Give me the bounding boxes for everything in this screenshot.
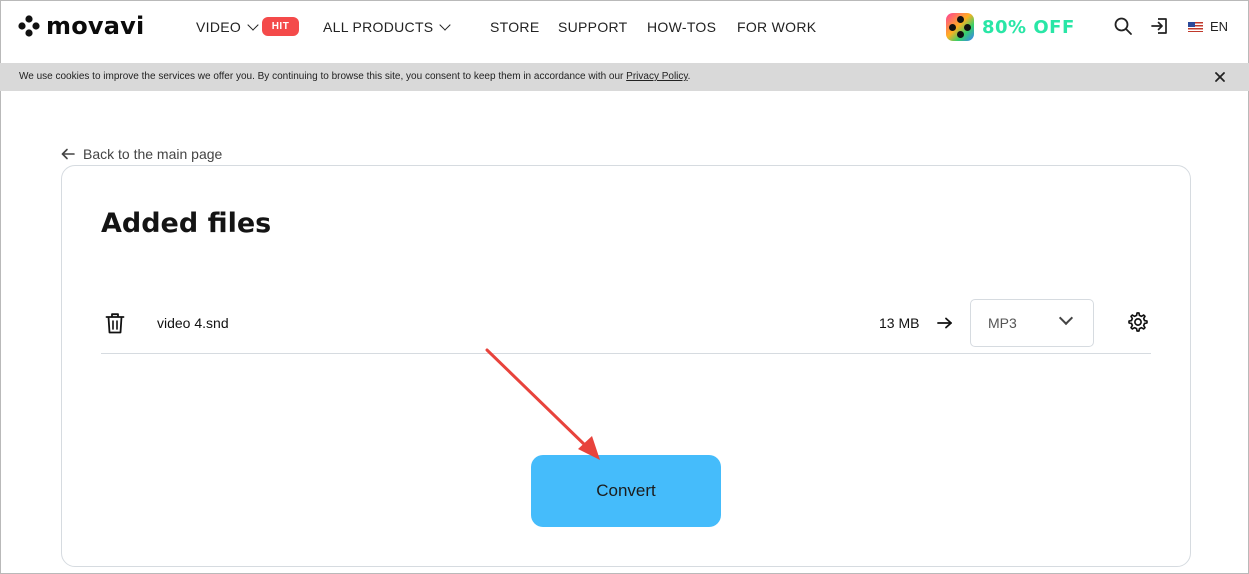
convert-button[interactable]: Convert [531, 455, 721, 527]
arrow-right-icon [937, 317, 952, 329]
chevron-down-icon [247, 18, 259, 31]
page-title: Added files [101, 208, 272, 239]
cookie-suffix: . [687, 71, 691, 82]
output-format-select[interactable]: MP3 [970, 299, 1094, 347]
movavi-logo-icon [18, 15, 40, 37]
movavi-logo[interactable]: movavi [16, 12, 144, 40]
cookie-banner: We use cookies to improve the services w… [0, 63, 1249, 91]
back-link-label: Back to the main page [83, 146, 223, 162]
nav-all-products[interactable]: ALL PRODUCTS [323, 18, 452, 36]
promo-icon [946, 13, 974, 41]
language-label: EN [1210, 19, 1229, 34]
language-selector[interactable]: EN [1188, 19, 1228, 34]
nav-how-tos[interactable]: HOW-TOS [647, 18, 716, 36]
promo-text: 80% OFF [982, 16, 1075, 38]
chevron-down-icon [439, 18, 452, 31]
nav-all-products-label: ALL PRODUCTS [323, 19, 434, 35]
chevron-down-icon [1058, 310, 1074, 326]
login-icon[interactable] [1150, 16, 1170, 36]
search-icon[interactable] [1113, 16, 1133, 36]
cookie-text: We use cookies to improve the services w… [19, 71, 690, 82]
file-row: video 4.snd 13 MB MP3 [101, 298, 1151, 354]
site-header: movavi VIDEO HIT ALL PRODUCTS STORE SUPP… [0, 0, 1249, 62]
gear-icon[interactable] [1127, 311, 1149, 333]
us-flag-icon [1188, 21, 1203, 32]
hit-badge: HIT [262, 17, 299, 36]
nav-support[interactable]: SUPPORT [558, 18, 628, 36]
nav-for-work[interactable]: FOR WORK [737, 18, 816, 36]
trash-icon[interactable] [105, 312, 125, 334]
close-icon[interactable] [1213, 70, 1227, 84]
nav-video-label: VIDEO [196, 19, 242, 35]
nav-video[interactable]: VIDEO [196, 18, 259, 36]
back-to-main-link[interactable]: Back to the main page [61, 146, 222, 162]
file-size: 13 MB [879, 315, 920, 331]
promo-banner[interactable]: 80% OFF [946, 13, 1075, 41]
file-name: video 4.snd [157, 315, 229, 331]
privacy-policy-link[interactable]: Privacy Policy [626, 71, 688, 82]
cookie-message: We use cookies to improve the services w… [19, 71, 627, 82]
arrow-left-icon [61, 148, 75, 160]
output-format-value: MP3 [988, 315, 1017, 331]
logo-text: movavi [46, 12, 145, 40]
nav-store[interactable]: STORE [490, 18, 539, 36]
